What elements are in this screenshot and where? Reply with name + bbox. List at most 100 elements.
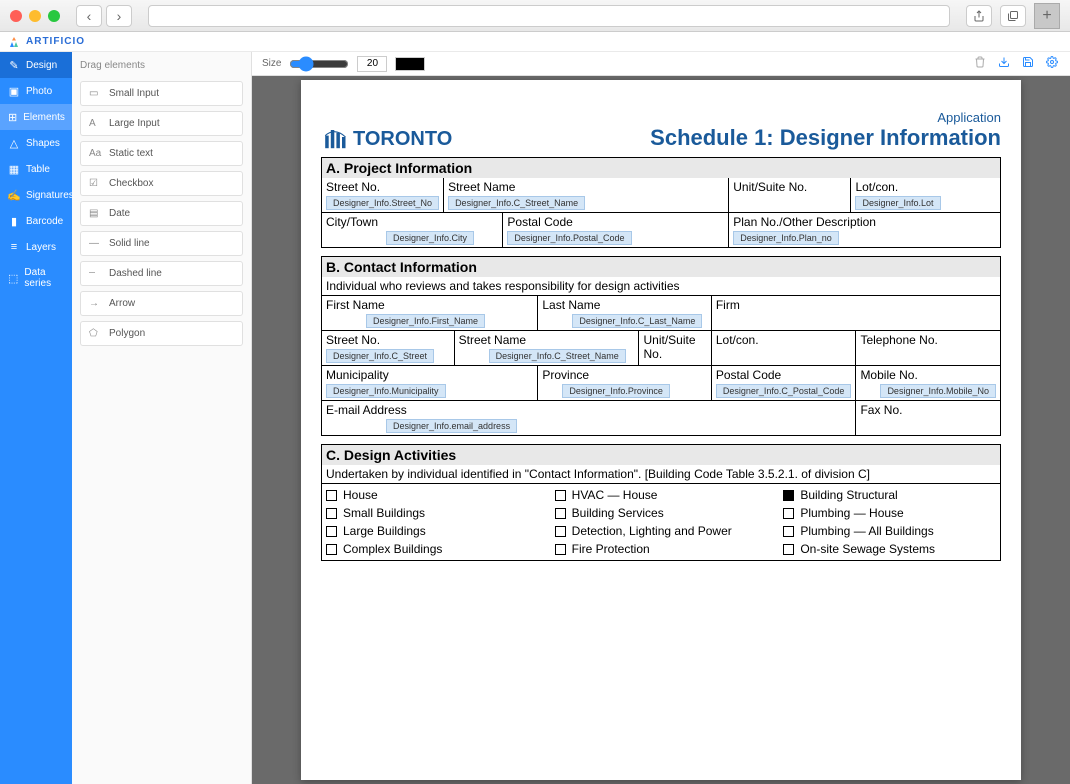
arrow-icon: → (89, 298, 101, 309)
static-text-icon: Aa (89, 148, 101, 159)
field-tag-lot[interactable]: Designer_Info.Lot (855, 196, 940, 210)
checkbox-house[interactable]: House (326, 488, 539, 502)
element-label: Solid line (109, 238, 150, 249)
new-tab-button[interactable]: + (1034, 3, 1060, 29)
color-swatch[interactable] (395, 57, 425, 71)
section-b-sub: Individual who reviews and takes respons… (321, 277, 1001, 296)
nav-layers[interactable]: ≡Layers (0, 234, 72, 260)
address-bar[interactable] (148, 5, 950, 27)
element-checkbox[interactable]: ☑Checkbox (80, 171, 243, 196)
trash-icon (974, 56, 986, 68)
field-tag-street-no-b[interactable]: Designer_Info.C_Street (326, 349, 434, 363)
element-label: Static text (109, 148, 153, 159)
checkbox-complex[interactable]: Complex Buildings (326, 542, 539, 556)
field-tag-plan[interactable]: Designer_Info.Plan_no (733, 231, 839, 245)
download-button[interactable] (996, 56, 1012, 71)
field-tag-firstname[interactable]: Designer_Info.First_Name (366, 314, 485, 328)
checkbox-plumbing-house[interactable]: Plumbing — House (783, 506, 996, 520)
nav-elements[interactable]: ⊞Elements (0, 104, 72, 130)
forward-button[interactable]: › (106, 5, 132, 27)
field-tag-street-name-b[interactable]: Designer_Info.C_Street_Name (489, 349, 626, 363)
field-tag-street-no[interactable]: Designer_Info.Street_No (326, 196, 439, 210)
date-icon: ▤ (89, 208, 101, 219)
nav-barcode-label: Barcode (26, 216, 63, 227)
save-button[interactable] (1020, 56, 1036, 71)
checkbox-label: Fire Protection (572, 542, 650, 556)
field-tag-email[interactable]: Designer_Info.email_address (386, 419, 517, 433)
field-tag-postal[interactable]: Designer_Info.Postal_Code (507, 231, 631, 245)
element-solid-line[interactable]: — Solid line (80, 231, 243, 256)
share-button[interactable] (966, 5, 992, 27)
element-polygon[interactable]: ⬠Polygon (80, 321, 243, 346)
tabs-button[interactable] (1000, 5, 1026, 27)
checkbox-building-services[interactable]: Building Services (555, 506, 768, 520)
checkbox-hvac-house[interactable]: HVAC — House (555, 488, 768, 502)
doc-header: TORONTO Application Schedule 1: Designer… (321, 110, 1001, 151)
back-button[interactable]: ‹ (76, 5, 102, 27)
design-icon: ✎ (8, 59, 20, 71)
size-slider[interactable] (289, 56, 349, 72)
delete-button[interactable] (972, 56, 988, 71)
size-input[interactable] (357, 56, 387, 72)
browser-chrome: ‹ › + (0, 0, 1070, 32)
field-tag-lastname[interactable]: Designer_Info.C_Last_Name (572, 314, 702, 328)
nav-barcode[interactable]: ▮Barcode (0, 208, 72, 234)
element-small-input[interactable]: ▭Small Input (80, 81, 243, 106)
field-tag-city[interactable]: Designer_Info.City (386, 231, 474, 245)
field-tag-municipality[interactable]: Designer_Info.Municipality (326, 384, 446, 398)
field-label: Postal Code (716, 368, 852, 382)
field-tag-province[interactable]: Designer_Info.Province (562, 384, 670, 398)
nav-shapes-label: Shapes (26, 138, 60, 149)
element-arrow[interactable]: →Arrow (80, 291, 243, 316)
checkbox-fire[interactable]: Fire Protection (555, 542, 768, 556)
checkbox-label: Large Buildings (343, 524, 426, 538)
checkbox-building-structural[interactable]: Building Structural (783, 488, 996, 502)
field-tag-street-name[interactable]: Designer_Info.C_Street_Name (448, 196, 585, 210)
section-a-header: A. Project Information (321, 157, 1001, 178)
close-window-button[interactable] (10, 10, 22, 22)
settings-button[interactable] (1044, 56, 1060, 71)
field-label: Plan No./Other Description (733, 215, 996, 229)
large-input-icon: A (89, 118, 101, 129)
toronto-logo: TORONTO (321, 123, 452, 151)
minimize-window-button[interactable] (29, 10, 41, 22)
share-icon (973, 10, 985, 22)
checkbox-detection[interactable]: Detection, Lighting and Power (555, 524, 768, 538)
nav-table[interactable]: ▦Table (0, 156, 72, 182)
checkbox-box (555, 508, 566, 519)
field-tag-mobile[interactable]: Designer_Info.Mobile_No (880, 384, 996, 398)
checkbox-sewage[interactable]: On-site Sewage Systems (783, 542, 996, 556)
nav-layers-label: Layers (26, 242, 56, 253)
canvas-scroll[interactable]: TORONTO Application Schedule 1: Designer… (252, 76, 1070, 784)
section-b-header: B. Contact Information (321, 256, 1001, 277)
checkbox-box (326, 544, 337, 555)
checkbox-small-buildings[interactable]: Small Buildings (326, 506, 539, 520)
element-label: Small Input (109, 88, 159, 99)
solid-line-icon: — (89, 238, 101, 249)
checkbox-label: Plumbing — House (800, 506, 903, 520)
nav-photo[interactable]: ▣Photo (0, 78, 72, 104)
logo-text: ARTIFICIO (26, 36, 85, 47)
nav-data-series[interactable]: ⬚Data series (0, 260, 72, 296)
field-tag-postal-b[interactable]: Designer_Info.C_Postal_Code (716, 384, 852, 398)
checkbox-box (783, 544, 794, 555)
field-label: Unit/Suite No. (733, 180, 846, 194)
checkbox-box (783, 526, 794, 537)
checkbox-plumbing-all[interactable]: Plumbing — All Buildings (783, 524, 996, 538)
logo-icon (8, 36, 20, 48)
field-label: E-mail Address (326, 403, 851, 417)
element-large-input[interactable]: ALarge Input (80, 111, 243, 136)
element-dashed-line[interactable]: ┄Dashed line (80, 261, 243, 286)
checkbox-large-buildings[interactable]: Large Buildings (326, 524, 539, 538)
signatures-icon: ✍ (8, 189, 20, 201)
nav-shapes[interactable]: △Shapes (0, 130, 72, 156)
element-date[interactable]: ▤Date (80, 201, 243, 226)
maximize-window-button[interactable] (48, 10, 60, 22)
document-page[interactable]: TORONTO Application Schedule 1: Designer… (301, 80, 1021, 780)
save-icon (1022, 56, 1034, 68)
field-label: Last Name (542, 298, 706, 312)
element-static-text[interactable]: Aa Static text (80, 141, 243, 166)
nav-signatures[interactable]: ✍Signatures (0, 182, 72, 208)
nav-design[interactable]: ✎Design (0, 52, 72, 78)
field-label: Street No. (326, 333, 450, 347)
